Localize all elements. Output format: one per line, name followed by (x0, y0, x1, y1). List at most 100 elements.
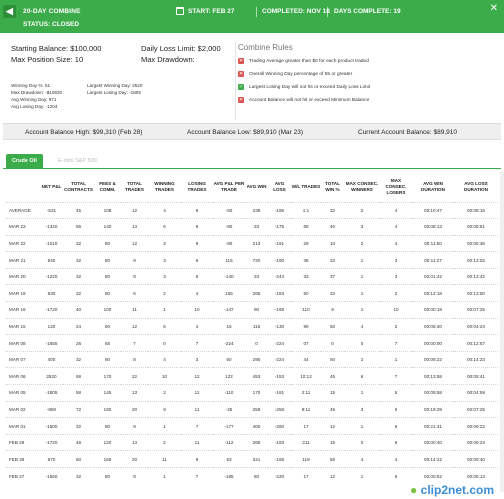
average-row: AVERAGE -531 45 108 12 4 8 -50 238 -195 1:1 32 2 4 00:… (6, 201, 498, 219)
column-header: AVG P&L PER TRADE (213, 181, 245, 192)
tab-crude-oil[interactable]: Crude Oil (6, 154, 43, 168)
table-cell: 32 (63, 267, 94, 285)
table-cell: 00:07:25 (454, 400, 498, 418)
table-cell: 258 (245, 400, 268, 418)
table-cell: 6 (344, 367, 380, 385)
table-cell: 50 (291, 284, 321, 302)
table-cell: 00:06:24 (454, 433, 498, 451)
back-arrow-icon[interactable]: ◀ (3, 5, 16, 18)
table-cell: 2 (344, 350, 380, 368)
start-date: START: FEB 27 (188, 8, 235, 15)
table-cell: 80 (94, 251, 121, 269)
table-cell: 1 (344, 301, 380, 319)
table-row: MAR 01 -1500 32 80 8 1 7 -177 400 -260 17 12 1 6 00:21… (6, 417, 498, 435)
table-cell: -1720 (40, 301, 63, 319)
table-cell: 1 (344, 267, 380, 285)
table-cell: -193 (268, 433, 291, 451)
table-cell: 48 (63, 433, 94, 451)
table-cell: 1 (344, 417, 380, 435)
table-cell: 150 (94, 450, 121, 468)
table-cell: 4 (380, 450, 412, 468)
row-date: MAR 20 (6, 267, 40, 285)
table-cell: 265 (245, 284, 268, 302)
rule-item: ✕ Account Balance will not hit or exceed … (238, 97, 369, 103)
table-cell: 00:14:23 (454, 350, 498, 368)
table-cell: 1 (344, 284, 380, 302)
column-header: TOTAL CONTRACTS (64, 181, 93, 192)
table-cell: 120 (94, 433, 121, 451)
table-cell: -1500 (40, 417, 63, 435)
table-cell: 2:11 (291, 384, 321, 402)
table-cell: 0 (245, 334, 268, 352)
table-cell: -90 (213, 234, 245, 252)
row-date: MAR 08 (6, 334, 40, 352)
table-cell: -531 (40, 201, 63, 219)
stat-max-drawdown: Max Drawdown: -$10920 (11, 90, 63, 95)
table-cell: 36 (291, 251, 321, 269)
column-header: MAX CONSEC. LOSERS (385, 178, 407, 195)
table-cell: -1340 (40, 218, 63, 236)
table-cell: -50 (213, 201, 245, 219)
table-cell: -140 (213, 267, 245, 285)
table-cell: 7 (181, 467, 213, 485)
table-cell: 00:12:57 (454, 334, 498, 352)
table-cell: -1220 (40, 267, 63, 285)
tab-emini-sp500[interactable]: E-mini S&P 500 (52, 154, 103, 168)
table-cell: 2 (380, 284, 412, 302)
table-cell: 00:09:22 (454, 417, 498, 435)
combine-header: ◀ 20-DAY COMBINE STATUS: CLOSED START: F… (0, 0, 504, 33)
table-cell: 8 (121, 350, 148, 368)
rule-label: Largest Losing Day will not hit or excee… (249, 84, 371, 90)
table-cell: 17 (291, 417, 321, 435)
row-date: MAR 15 (6, 317, 40, 335)
table-row: MAR 05 -1805 58 145 13 2 11 -110 170 -181 2:11 15 1 5… (6, 384, 498, 402)
balance-high: Account Balance High: $99,310 (Feb 28) (25, 129, 143, 136)
table-cell: 12 (121, 201, 148, 219)
table-cell: -850 (40, 400, 63, 418)
header-divider (256, 7, 257, 17)
table-cell: 170 (245, 384, 268, 402)
table-cell: 00:05:51 (454, 218, 498, 236)
row-date: MAR 01 (6, 417, 40, 435)
rule-item: ✕ Trading Average greater than $0 for eac… (238, 58, 369, 64)
fail-icon: ✕ (238, 71, 244, 77)
table-row: MAR 02 -850 72 180 20 9 11 -25 258 -258 9:11 45 3 6 00… (6, 400, 498, 418)
row-date: MAR 05 (6, 384, 40, 402)
table-cell: 8 (181, 218, 213, 236)
table-row: FEB 28 970 60 150 20 11 9 53 321 -168 119 55 4 4 00:14… (6, 450, 498, 468)
table-cell: 7 (181, 334, 213, 352)
table-cell: -224 (213, 334, 245, 352)
rule-label: Account Balance will not hit or exceed M… (249, 97, 370, 103)
rule-label: Trading Average greater than $0 for each… (249, 58, 369, 64)
row-date: FEB 29 (6, 433, 40, 451)
close-icon[interactable]: ✕ (490, 3, 498, 14)
table-cell: -195 (268, 201, 291, 219)
table-cell: 6 (380, 417, 412, 435)
table-header-row: NET P&L TOTAL CONTRACTS FEES & COMM. TOTAL … (6, 172, 498, 202)
table-scrollbar[interactable] (500, 172, 504, 492)
column-header (6, 172, 40, 202)
table-cell: 33 (245, 218, 268, 236)
table-cell: -25 (213, 400, 245, 418)
table-cell: 72 (63, 400, 94, 418)
table-cell: 80 (94, 267, 121, 285)
table-cell: -153 (268, 367, 291, 385)
table-cell: 00:21:41 (412, 417, 454, 435)
table-row: MAR 20 -1220 32 80 8 3 5 -140 33 -244 33 37 1 3 00:01:… (6, 267, 498, 285)
table-cell: 9 (121, 251, 148, 269)
table-cell: 2 (148, 433, 181, 451)
table-cell: 9 (181, 450, 213, 468)
table-cell: 115 (213, 251, 245, 269)
table-cell: 00:05:41 (454, 367, 498, 385)
column-header: TOTAL WIN % (325, 181, 340, 192)
table-cell: 119 (291, 450, 321, 468)
table-cell: 7 (121, 334, 148, 352)
table-cell: 9 (321, 301, 344, 319)
table-cell: -191 (268, 234, 291, 252)
table-cell: 10 (148, 367, 181, 385)
table-cell: -185 (213, 467, 245, 485)
table-cell: 50 (321, 317, 344, 335)
rules-title: Combine Rules (238, 43, 293, 52)
table-cell: -80 (213, 218, 245, 236)
table-cell: 33 (245, 267, 268, 285)
